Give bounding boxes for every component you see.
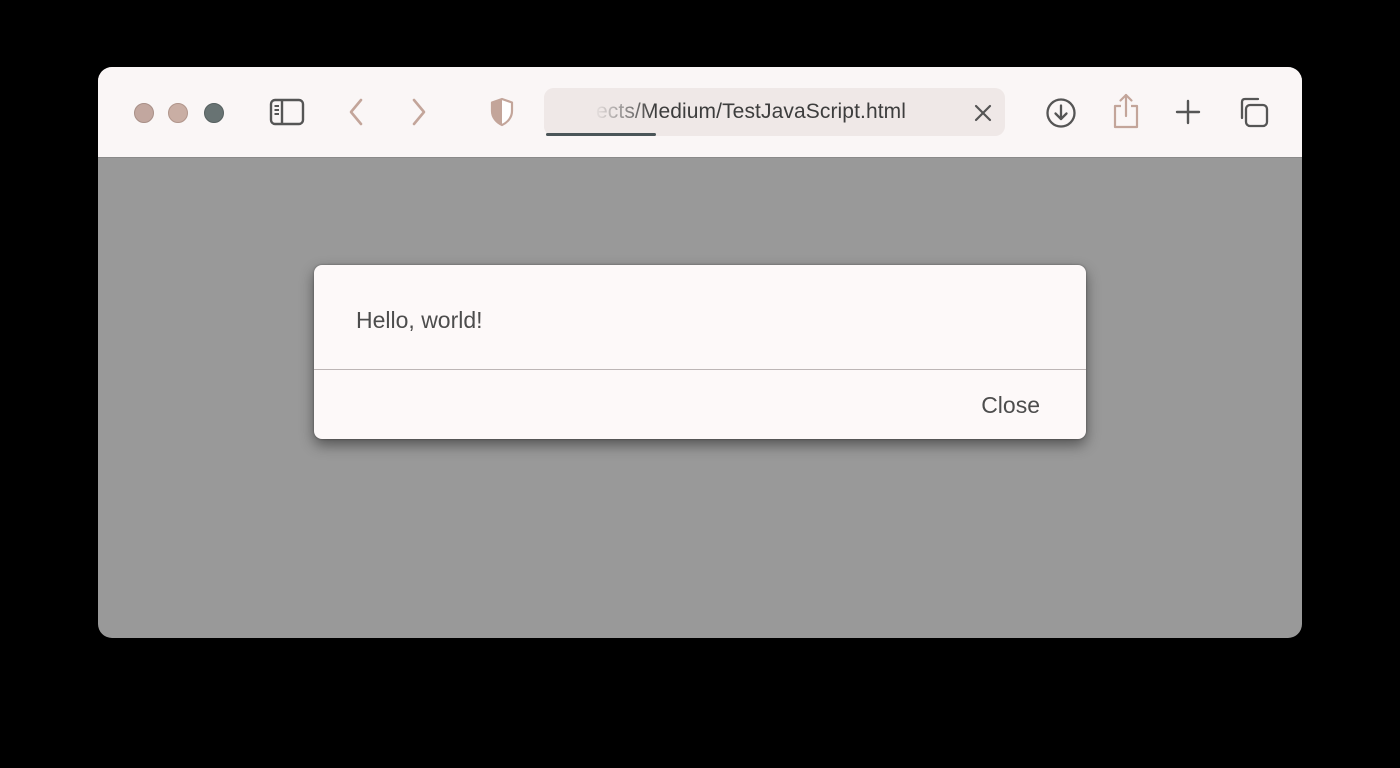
forward-button[interactable] [407, 95, 431, 129]
browser-toolbar: ects/Medium/TestJavaScript.html [98, 67, 1302, 158]
new-tab-button[interactable] [1173, 97, 1203, 127]
back-button[interactable] [344, 95, 368, 129]
sidebar-button[interactable] [268, 97, 306, 127]
close-window-button[interactable] [134, 103, 154, 123]
clear-url-button[interactable] [970, 100, 996, 126]
tab-overview-button[interactable] [1236, 96, 1270, 130]
chevron-left-icon [346, 97, 366, 127]
plus-icon [1174, 98, 1202, 126]
sidebar-icon [269, 98, 305, 126]
shield-icon [489, 97, 515, 127]
url-fade [544, 88, 654, 136]
share-icon [1111, 92, 1141, 130]
share-button[interactable] [1110, 91, 1142, 131]
close-icon [972, 102, 994, 124]
downloads-button[interactable] [1044, 96, 1078, 130]
browser-window: ects/Medium/TestJavaScript.html Hello, w… [98, 67, 1302, 638]
zoom-window-button[interactable] [204, 103, 224, 123]
dialog-divider [314, 369, 1086, 370]
address-bar[interactable]: ects/Medium/TestJavaScript.html [544, 88, 1005, 136]
alert-dialog: Hello, world! Close [314, 265, 1086, 439]
chevron-right-icon [409, 97, 429, 127]
tab-overview-icon [1236, 96, 1270, 130]
page-load-progress-bar [546, 133, 656, 136]
close-button[interactable]: Close [981, 392, 1040, 419]
minimize-window-button[interactable] [168, 103, 188, 123]
dialog-message: Hello, world! [356, 307, 483, 333]
privacy-report-button[interactable] [488, 95, 516, 129]
download-icon [1045, 97, 1077, 129]
